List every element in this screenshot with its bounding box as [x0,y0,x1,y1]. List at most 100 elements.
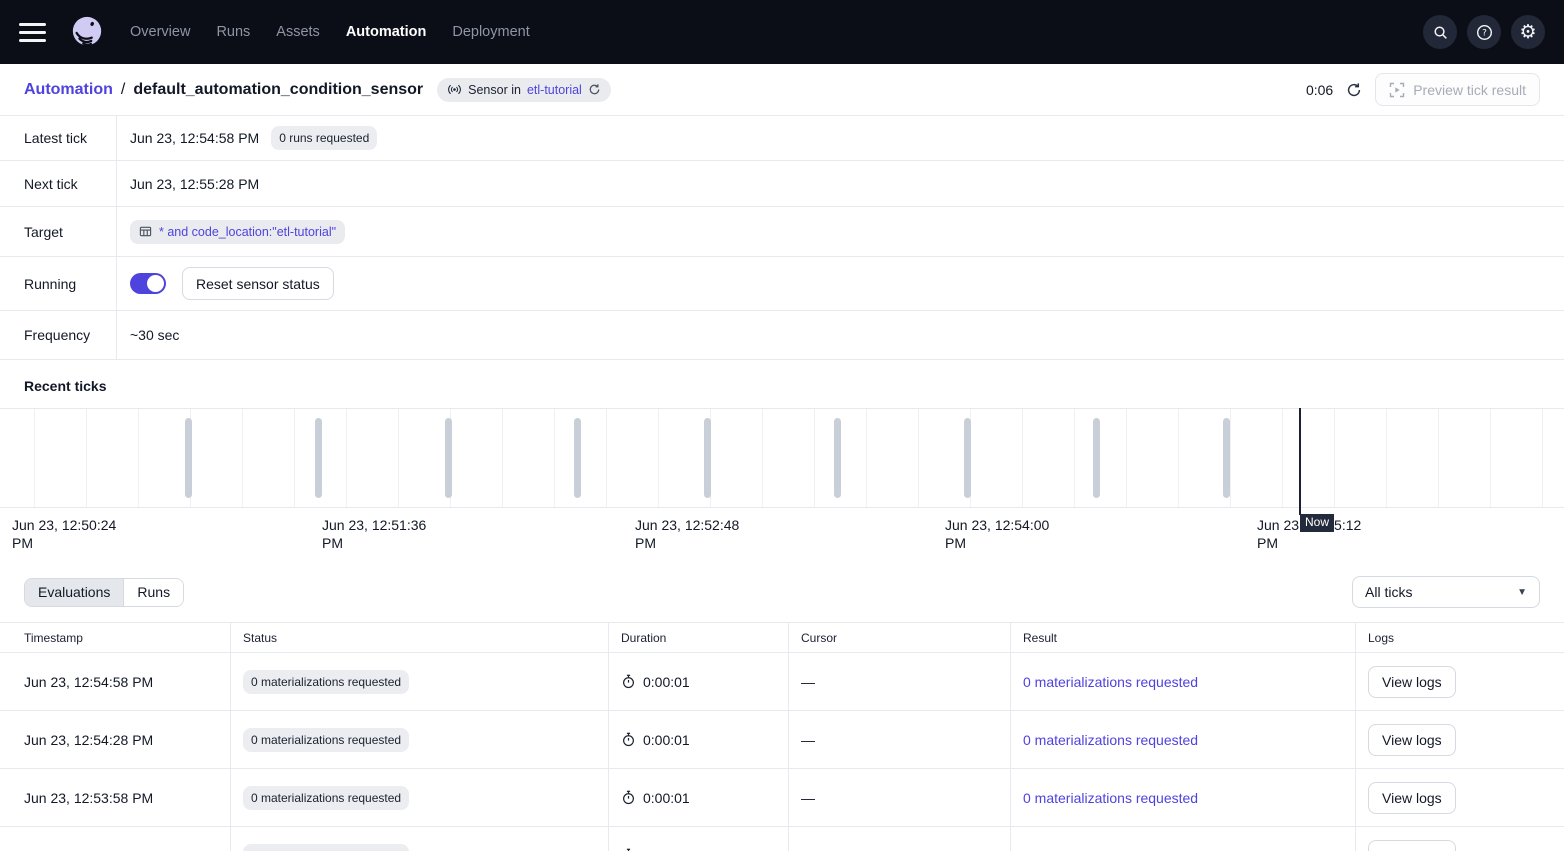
reset-sensor-status-button[interactable]: Reset sensor status [182,267,334,300]
timeline-gridline [294,409,295,507]
axis-label: Jun 23, 12:51:36 PM [322,516,442,552]
timeline-tick-bar[interactable] [315,418,322,498]
timeline-tick-bar[interactable] [1093,418,1100,498]
asset-table-icon [139,225,152,238]
table-header-row: Timestamp Status Duration Cursor Result … [0,623,1564,653]
axis-label: Jun 23, 12:50:24 PM [12,516,132,552]
result-link[interactable]: 0 materializations requested [1023,790,1198,806]
nav-item-automation[interactable]: Automation [346,24,427,40]
timeline-gridline [502,409,503,507]
sensor-badge-text: Sensor in [468,83,521,97]
preview-icon [1389,82,1405,98]
latest-tick-status-badge: 0 runs requested [271,126,377,150]
tab-evaluations[interactable]: Evaluations [25,579,123,606]
timeline-gridline [762,409,763,507]
cell-timestamp: Jun 23, 12:53:58 PM [0,769,230,826]
evaluations-table: Timestamp Status Duration Cursor Result … [0,622,1564,851]
result-link[interactable]: 0 materializations requested [1023,848,1198,851]
primary-nav: Overview Runs Assets Automation Deployme… [130,24,530,40]
chevron-down-icon: ▼ [1517,587,1527,598]
target-selection-text: * and code_location:"etl-tutorial" [159,225,336,239]
timeline-tick-bar[interactable] [574,418,581,498]
view-logs-button[interactable]: View logs [1368,840,1456,851]
preview-button-label: Preview tick result [1413,82,1526,98]
reload-location-icon[interactable] [588,83,601,96]
latest-tick-label: Latest tick [0,116,117,160]
timeline-gridline [1178,409,1179,507]
search-button[interactable] [1423,15,1457,49]
latest-tick-time: Jun 23, 12:54:58 PM [130,130,259,146]
cell-duration: 0:00:01 [643,674,690,690]
cell-timestamp: Jun 23, 12:54:28 PM [0,711,230,768]
sensor-icon [447,84,462,95]
view-logs-button[interactable]: View logs [1368,782,1456,814]
target-row: Target * and code_location:"etl-tutorial… [0,207,1564,257]
header-actions: 0:06 Preview tick result [1306,73,1540,106]
col-result: Result [1010,623,1355,652]
search-icon [1432,24,1449,41]
timeline-gridline [1490,409,1491,507]
toggle-knob [147,275,164,292]
help-button[interactable]: ? [1467,15,1501,49]
timeline-gridline [1542,409,1543,507]
target-selection-badge[interactable]: * and code_location:"etl-tutorial" [130,220,345,244]
latest-tick-row: Latest tick Jun 23, 12:54:58 PM 0 runs r… [0,116,1564,161]
results-tabs: Evaluations Runs [24,578,184,607]
frequency-row: Frequency ~30 sec [0,311,1564,360]
nav-item-deployment[interactable]: Deployment [452,24,529,40]
timeline-tick-bar[interactable] [185,418,192,498]
timeline-gridline [606,409,607,507]
timeline-tick-bar[interactable] [704,418,711,498]
dagster-logo-icon[interactable] [70,15,104,49]
table-row: Jun 23, 12:53:58 PM 0 materializations r… [0,769,1564,827]
recent-ticks-timeline-wrap: Jun 23, 12:50:24 PM Jun 23, 12:51:36 PM … [0,408,1564,557]
refresh-countdown: 0:06 [1306,82,1333,98]
nav-item-assets[interactable]: Assets [276,24,320,40]
nav-item-overview[interactable]: Overview [130,24,190,40]
now-marker-label: Now [1300,514,1334,532]
nav-item-runs[interactable]: Runs [216,24,250,40]
timeline-tick-bar[interactable] [445,418,452,498]
refresh-button[interactable] [1346,82,1362,98]
col-logs: Logs [1355,623,1564,652]
col-status: Status [230,623,608,652]
page-header: Automation / default_automation_conditio… [0,64,1564,116]
cell-timestamp: Jun 23, 12:54:58 PM [0,653,230,710]
cell-cursor: — [788,827,1010,851]
breadcrumb-automation-link[interactable]: Automation [24,81,113,99]
recent-ticks-heading: Recent ticks [0,360,1564,408]
tab-runs[interactable]: Runs [123,579,183,606]
status-badge: 0 materializations requested [243,786,409,810]
timeline-gridline [346,409,347,507]
table-row: Jun 23, 12:54:58 PM 0 materializations r… [0,653,1564,711]
timeline-tick-bar[interactable] [1223,418,1230,498]
status-badge: 0 materializations requested [243,728,409,752]
next-tick-time: Jun 23, 12:55:28 PM [130,176,259,192]
result-link[interactable]: 0 materializations requested [1023,732,1198,748]
view-logs-button[interactable]: View logs [1368,724,1456,756]
view-logs-button[interactable]: View logs [1368,666,1456,698]
hamburger-menu-icon[interactable] [19,23,46,42]
running-toggle[interactable] [130,273,166,294]
nav-actions: ? ⚙ [1423,15,1545,49]
axis-label: Jun 23, 12:54:00 PM [945,516,1065,552]
stopwatch-icon [621,790,636,805]
timeline-tick-bar[interactable] [964,418,971,498]
help-icon: ? [1476,24,1493,41]
running-row: Running Reset sensor status [0,257,1564,311]
tick-filter-dropdown[interactable]: All ticks ▼ [1352,576,1540,608]
preview-tick-result-button[interactable]: Preview tick result [1375,73,1540,106]
result-link[interactable]: 0 materializations requested [1023,674,1198,690]
target-label: Target [0,207,117,256]
refresh-icon [1346,82,1362,98]
timeline-gridline [918,409,919,507]
timeline-tick-bar[interactable] [834,418,841,498]
timeline-gridline [34,409,35,507]
cell-cursor: — [788,653,1010,710]
code-location-link[interactable]: etl-tutorial [527,83,582,97]
cell-duration: 0:00:01 [643,790,690,806]
cell-cursor: — [788,711,1010,768]
settings-button[interactable]: ⚙ [1511,15,1545,49]
timeline-gridline [1438,409,1439,507]
timeline-gridline [1126,409,1127,507]
